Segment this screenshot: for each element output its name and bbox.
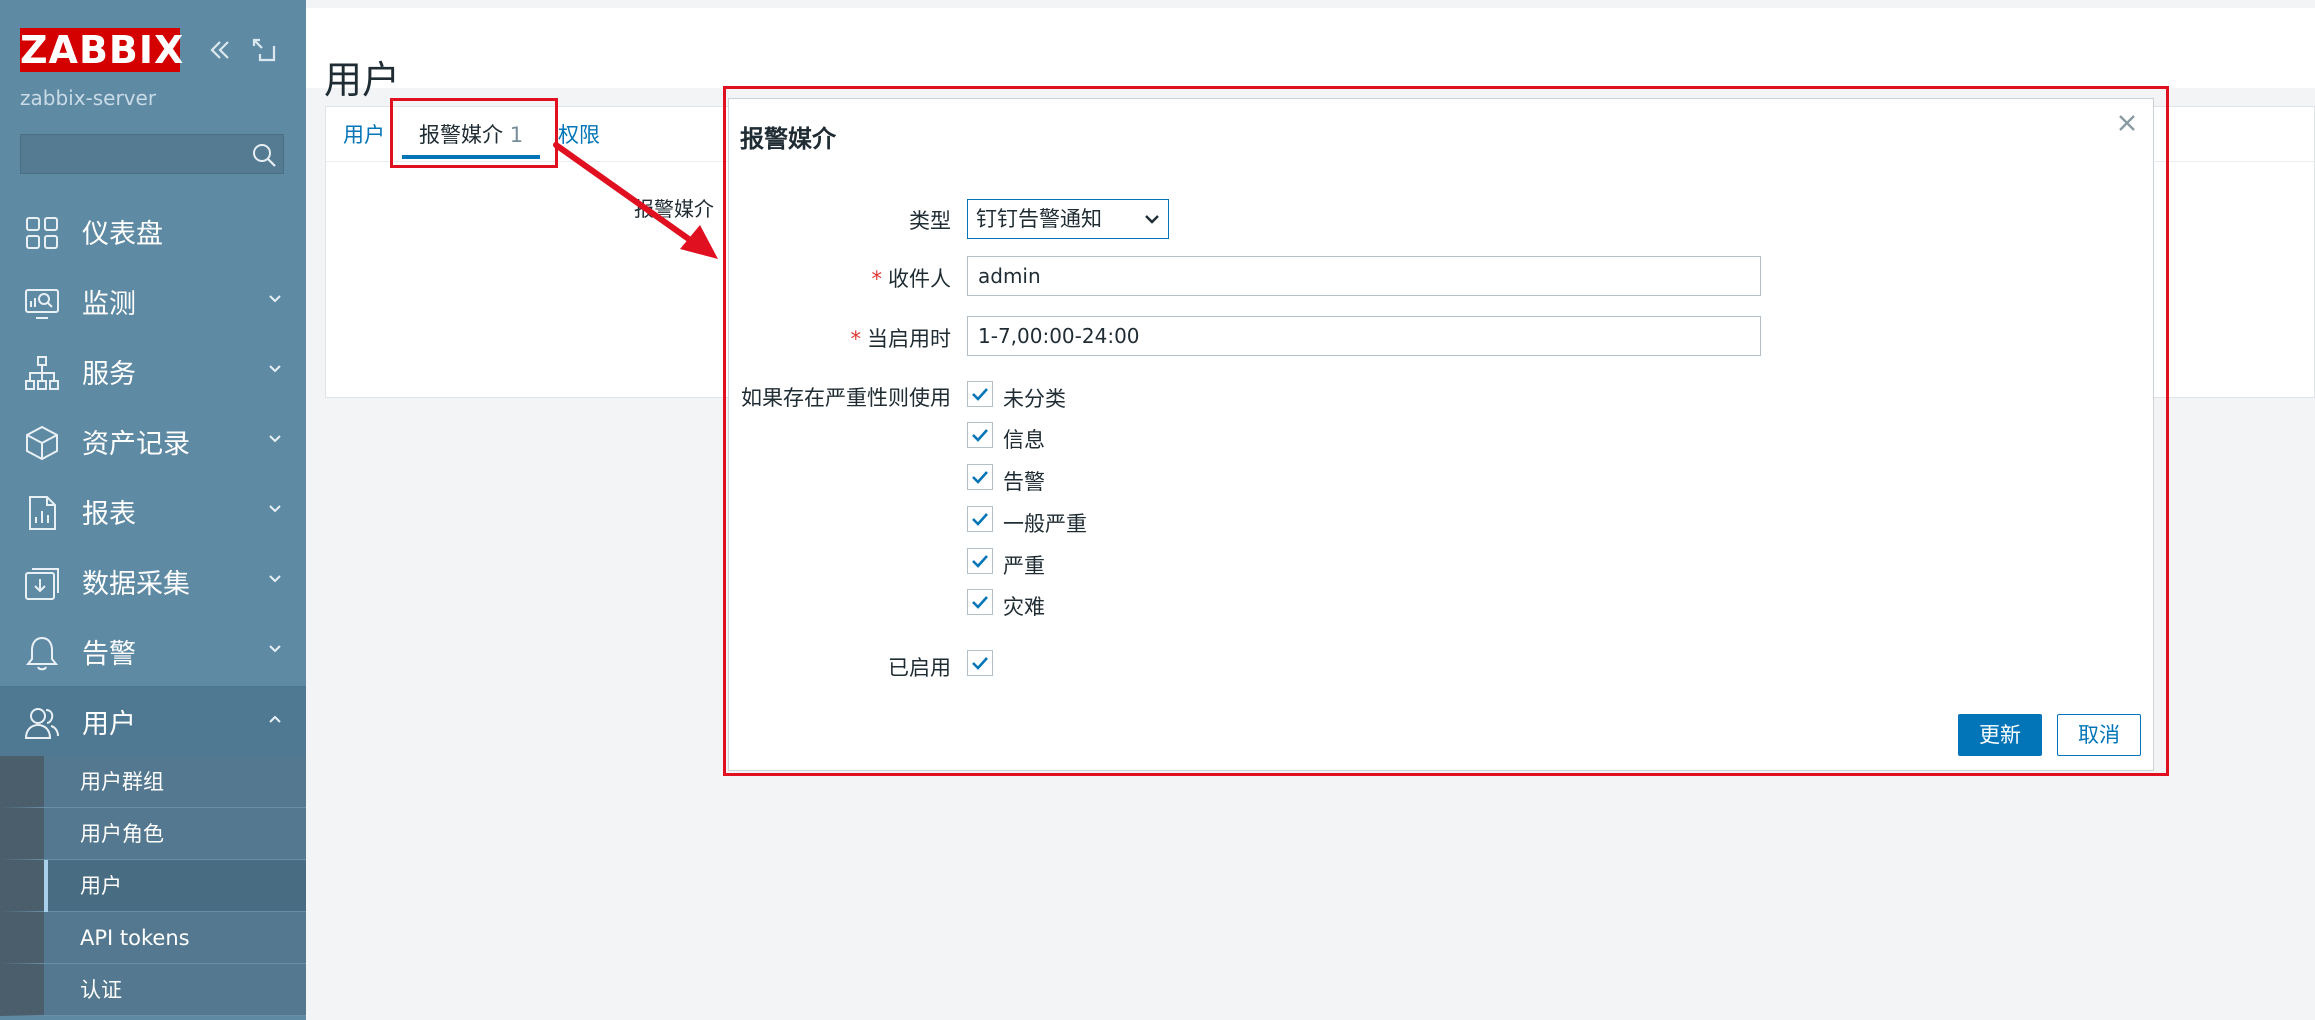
page-title: 用户 xyxy=(324,58,401,103)
menu-item-inventory[interactable]: 资产记录 xyxy=(0,406,306,476)
menu-item-dashboard[interactable]: 仪表盘 xyxy=(0,196,306,266)
menu-label: 报表 xyxy=(82,498,136,530)
inventory-icon xyxy=(24,425,60,461)
menu-label: 监测 xyxy=(82,288,136,320)
chevron-down-icon xyxy=(268,504,282,514)
dashboard-icon xyxy=(24,215,60,251)
menu-label: 服务 xyxy=(82,358,136,390)
chevron-down-icon xyxy=(268,434,282,444)
users-submenu: 用户群组 用户角色 用户 API tokens 认证 xyxy=(0,756,306,1016)
menu-item-users[interactable]: 用户 xyxy=(0,686,306,756)
menu-label: 数据采集 xyxy=(82,568,190,600)
data-collection-icon xyxy=(24,565,60,601)
annotation-arrow xyxy=(553,142,718,259)
menu-item-services[interactable]: 服务 xyxy=(0,336,306,406)
submenu-item-user-groups[interactable]: 用户群组 xyxy=(0,756,306,808)
search-icon[interactable] xyxy=(251,142,277,168)
menu-label: 用户 xyxy=(82,708,136,740)
menu-item-alerts[interactable]: 告警 xyxy=(0,616,306,686)
monitoring-icon xyxy=(24,285,60,321)
sidebar-search-input[interactable] xyxy=(21,135,251,175)
zabbix-logo[interactable]: ZABBIX xyxy=(20,28,183,72)
server-name: zabbix-server xyxy=(20,86,157,110)
users-icon xyxy=(24,705,60,741)
submenu-item-user-roles[interactable]: 用户角色 xyxy=(0,808,306,860)
main-menu: 仪表盘 监测 服务 资产记录 报表 数据采集 告警 用户 用户群组 用户角色 用… xyxy=(0,196,306,1016)
chevron-up-icon xyxy=(268,714,282,724)
menu-label: 资产记录 xyxy=(82,428,190,460)
chevron-down-icon xyxy=(268,364,282,374)
menu-item-reports[interactable]: 报表 xyxy=(0,476,306,546)
kiosk-mode-icon[interactable] xyxy=(250,36,278,64)
services-icon xyxy=(24,355,60,391)
menu-item-monitoring[interactable]: 监测 xyxy=(0,266,306,336)
annotation-box-dialog xyxy=(723,86,2169,776)
submenu-item-users[interactable]: 用户 xyxy=(0,860,306,912)
submenu-item-authentication[interactable]: 认证 xyxy=(0,964,306,1016)
page-header: 用户 xyxy=(306,0,2315,102)
submenu-item-api-tokens[interactable]: API tokens xyxy=(0,912,306,964)
menu-label: 告警 xyxy=(82,638,136,670)
sidebar: ZABBIX zabbix-server 仪表盘 监测 服务 资产记录 报表 数… xyxy=(0,0,306,1020)
chevron-down-icon xyxy=(268,294,282,304)
chevron-down-icon xyxy=(268,574,282,584)
annotation-box-media-tab xyxy=(390,98,558,168)
menu-label: 仪表盘 xyxy=(82,218,163,250)
alerts-bell-icon xyxy=(24,635,60,671)
menu-item-data-collection[interactable]: 数据采集 xyxy=(0,546,306,616)
collapse-sidebar-icon[interactable] xyxy=(206,36,234,64)
sidebar-search xyxy=(20,134,284,175)
reports-icon xyxy=(24,495,60,531)
chevron-down-icon xyxy=(268,644,282,654)
tab-user[interactable]: 用户 xyxy=(343,119,385,149)
